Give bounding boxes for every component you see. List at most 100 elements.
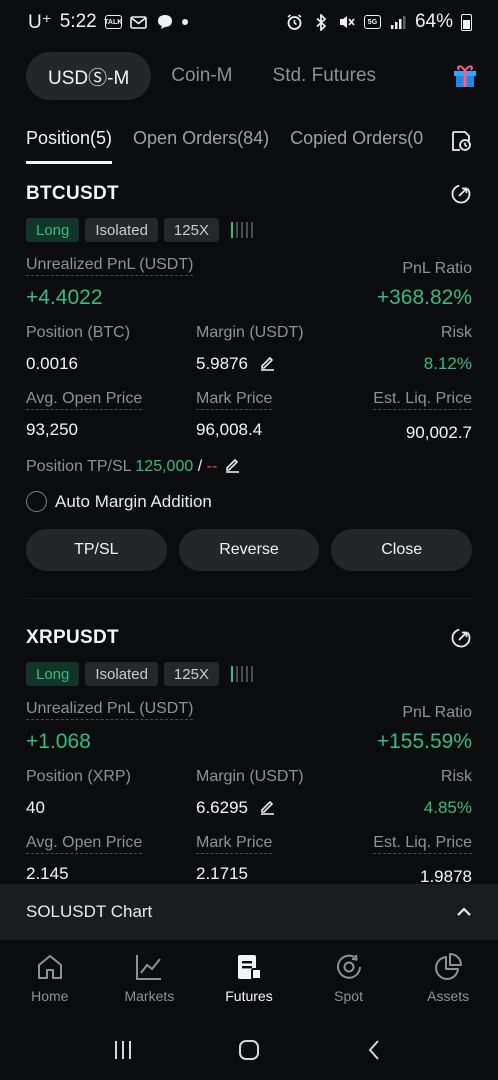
tab-coin-m[interactable]: Coin-M <box>151 52 252 100</box>
nav-futures[interactable]: Futures <box>199 940 299 1020</box>
mark-price-label[interactable]: Mark Price <box>196 390 273 410</box>
pnl-ratio-value: +368.82% <box>376 286 472 309</box>
share-icon[interactable] <box>450 183 472 205</box>
chart-drawer-bar[interactable]: SOLUSDT Chart <box>0 884 498 940</box>
position-symbol[interactable]: BTCUSDT <box>26 183 119 205</box>
margin-mode-tag: Isolated <box>85 218 158 242</box>
leverage-tag[interactable]: 125X <box>163 662 219 686</box>
back-icon[interactable] <box>363 1038 387 1062</box>
markets-chart-icon <box>136 955 162 980</box>
unrealized-pnl-label[interactable]: Unrealized PnL (USDT) <box>26 256 194 276</box>
unrealized-pnl-value: +4.4022 <box>26 286 103 309</box>
notification-dot <box>181 19 188 25</box>
unrealized-pnl-label[interactable]: Unrealized PnL (USDT) <box>26 700 194 720</box>
chart-drawer-label: SOLUSDT Chart <box>26 902 153 921</box>
mail-icon <box>130 14 148 30</box>
avg-open-price-value: 93,250 <box>26 420 78 439</box>
status-bar: U⁺ 5:22 TALK 5G 64% <box>0 0 498 44</box>
tab-std-futures[interactable]: Std. Futures <box>253 52 397 100</box>
clock: 5:22 <box>59 11 97 32</box>
leverage-tag[interactable]: 125X <box>163 218 219 242</box>
nav-assets-label: Assets <box>427 988 470 1004</box>
margin-mode-tag: Isolated <box>85 662 158 686</box>
gift-icon[interactable] <box>452 62 478 88</box>
pnl-ratio-label: PnL Ratio <box>402 704 472 721</box>
edit-margin-icon[interactable] <box>259 354 276 371</box>
position-symbol[interactable]: XRPUSDT <box>26 627 119 649</box>
system-nav-bar <box>0 1020 498 1080</box>
est-liq-price-value: 90,002.7 <box>405 423 472 442</box>
reverse-button[interactable]: Reverse <box>178 529 320 571</box>
battery-percent: 64% <box>414 11 453 32</box>
position-size-value: 40 <box>26 798 45 817</box>
est-liq-price-label[interactable]: Est. Liq. Price <box>373 834 472 854</box>
history-icon[interactable] <box>450 130 472 152</box>
edit-tpsl-icon[interactable] <box>224 456 241 473</box>
risk-value: 4.85% <box>423 798 472 817</box>
position-tpsl: Position TP/SL 125,000 / -- <box>26 456 472 476</box>
bluetooth-icon <box>312 13 330 31</box>
tab-open-orders[interactable]: Open Orders(84) <box>133 128 269 164</box>
nav-assets[interactable]: Assets <box>398 940 498 1020</box>
share-icon[interactable] <box>450 627 472 649</box>
side-tag: Long <box>26 218 80 242</box>
nav-home-label: Home <box>31 988 69 1004</box>
tpsl-separator: / <box>197 458 203 475</box>
margin-label: Margin (USDT) <box>196 324 304 341</box>
pnl-ratio-label: PnL Ratio <box>402 260 472 277</box>
auto-margin-label: Auto Margin Addition <box>55 491 212 511</box>
risk-label: Risk <box>440 324 472 341</box>
avg-open-price-label[interactable]: Avg. Open Price <box>26 390 143 410</box>
mark-price-label[interactable]: Mark Price <box>196 834 273 854</box>
est-liq-price-value: 1.9878 <box>420 867 472 884</box>
tab-positions[interactable]: Position(5) <box>26 128 113 164</box>
bottom-nav: Home Markets Futures Spot Assets <box>0 940 498 1020</box>
recent-apps-icon[interactable] <box>111 1038 135 1062</box>
home-icon <box>37 955 62 979</box>
margin-value: 5.9876 <box>196 354 248 373</box>
nav-home[interactable]: Home <box>0 940 100 1020</box>
risk-value: 8.12% <box>423 354 472 373</box>
chat-icon <box>156 14 174 30</box>
mark-price-value: 96,008.4 <box>196 420 263 439</box>
nav-markets[interactable]: Markets <box>100 940 200 1020</box>
position-card: BTCUSDT Long Isolated 125X Unrealized Pn… <box>26 180 473 600</box>
home-button-icon[interactable] <box>237 1038 261 1062</box>
spot-icon <box>336 954 361 979</box>
nav-futures-label: Futures <box>225 988 273 1004</box>
position-size-label: Position (XRP) <box>26 768 131 785</box>
auto-margin-radio[interactable] <box>26 491 47 512</box>
chevron-up-icon[interactable] <box>456 904 472 920</box>
margin-value: 6.6295 <box>196 798 248 817</box>
alarm-icon <box>286 13 304 30</box>
tab-usds-m[interactable]: USDⓈ-M <box>26 52 152 100</box>
position-tabs: Position(5) Open Orders(84) Copied Order… <box>26 128 498 168</box>
nav-spot-label: Spot <box>334 988 363 1004</box>
nav-spot[interactable]: Spot <box>299 940 399 1020</box>
stop-loss-value: -- <box>206 458 218 475</box>
avg-open-price-value: 2.145 <box>26 864 69 883</box>
margin-field: 6.6295 <box>196 798 276 818</box>
auto-margin-toggle[interactable]: Auto Margin Addition <box>26 491 472 512</box>
risk-label: Risk <box>440 768 472 785</box>
adl-indicator <box>230 666 253 682</box>
mark-price-value: 2.1715 <box>196 864 248 883</box>
take-profit-value: 125,000 <box>135 458 194 475</box>
mute-icon <box>338 14 356 30</box>
tab-copied-orders[interactable]: Copied Orders(0 <box>290 128 423 164</box>
talk-icon: TALK <box>104 15 122 29</box>
side-tag: Long <box>26 662 80 686</box>
position-size-value: 0.0016 <box>26 354 78 373</box>
battery-icon <box>461 13 472 31</box>
margin-label: Margin (USDT) <box>196 768 304 785</box>
edit-margin-icon[interactable] <box>259 798 276 815</box>
est-liq-price-label[interactable]: Est. Liq. Price <box>373 390 472 410</box>
nav-markets-label: Markets <box>124 988 175 1004</box>
5g-signal-icon: 5G <box>363 15 381 29</box>
tpsl-button[interactable]: TP/SL <box>26 529 167 571</box>
card-divider <box>26 598 472 599</box>
avg-open-price-label[interactable]: Avg. Open Price <box>26 834 143 854</box>
close-button[interactable]: Close <box>331 529 473 571</box>
tpsl-label: Position TP/SL <box>26 458 131 475</box>
position-size-label: Position (BTC) <box>26 324 131 341</box>
